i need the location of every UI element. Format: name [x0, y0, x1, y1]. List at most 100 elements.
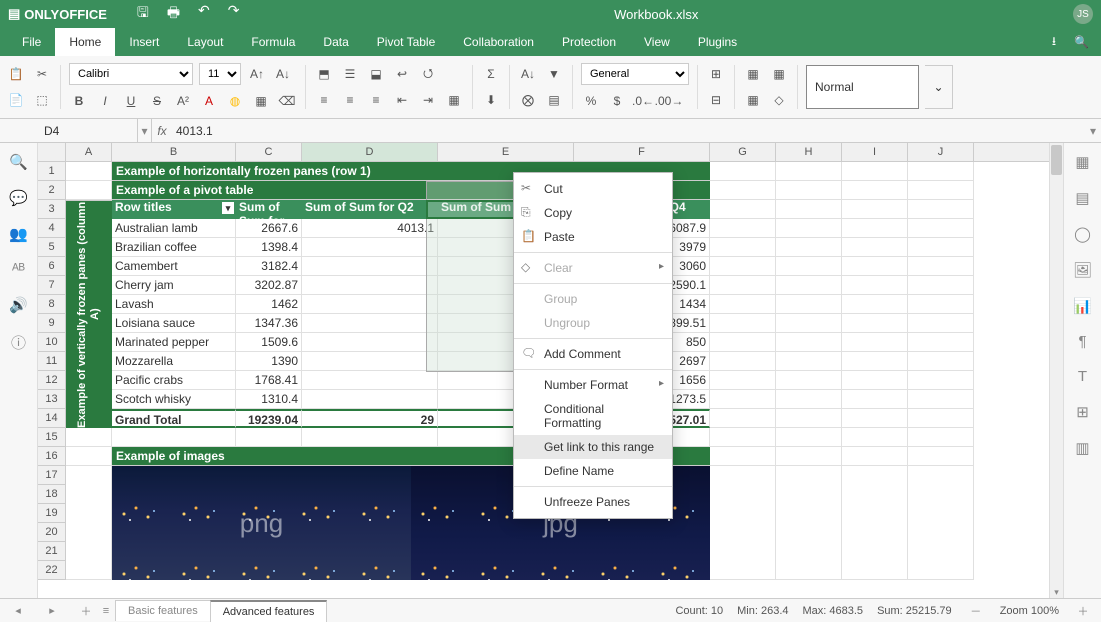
bold-icon[interactable]: B	[69, 91, 89, 111]
pivot-row-label[interactable]: Loisiana sauce	[112, 314, 236, 333]
name-box-dropdown[interactable]: ▾	[138, 119, 152, 142]
zoom-out-button[interactable]: －	[966, 603, 986, 619]
remove-filter-icon[interactable]: ⨂	[518, 90, 538, 110]
column-header[interactable]: A	[66, 143, 112, 161]
pivot-row-label[interactable]: Lavash	[112, 295, 236, 314]
user-avatar[interactable]: JS	[1073, 4, 1093, 24]
row-header[interactable]: 19	[38, 504, 66, 523]
spreadsheet-grid[interactable]: ABCDEFGHIJ 1Example of horizontally froz…	[38, 143, 1063, 598]
pivot-cell[interactable]	[302, 371, 438, 390]
orientation-icon[interactable]: ⭯	[418, 64, 438, 84]
pivot-cell[interactable]	[302, 276, 438, 295]
pivot-cell[interactable]: 2667.6	[236, 219, 302, 238]
menu-unfreeze-panes[interactable]: Unfreeze Panes	[514, 490, 672, 514]
pivot-cell[interactable]: 3182.4	[236, 257, 302, 276]
paste-icon[interactable]: 📄	[6, 90, 26, 110]
menu-ungroup[interactable]: Ungroup	[514, 311, 672, 335]
clear-icon[interactable]: ◇	[769, 90, 789, 110]
row-header[interactable]: 2	[38, 181, 66, 200]
tab-collaboration[interactable]: Collaboration	[449, 28, 548, 56]
cell-format-icon[interactable]: ▦	[743, 90, 763, 110]
align-center-icon[interactable]: ≡	[340, 90, 360, 110]
percent-icon[interactable]: %	[581, 91, 601, 111]
pivot-cell[interactable]	[302, 257, 438, 276]
align-left-icon[interactable]: ≡	[314, 90, 334, 110]
pivot-row-label[interactable]: Australian lamb	[112, 219, 236, 238]
column-header[interactable]: E	[438, 143, 574, 161]
shape-settings-icon[interactable]: ◯	[1074, 225, 1091, 243]
pivot-header[interactable]: Sum of Sum for Q1	[236, 200, 302, 219]
pivot-row-label[interactable]: Brazilian coffee	[112, 238, 236, 257]
row-header[interactable]: 3	[38, 200, 66, 219]
paragraph-settings-icon[interactable]: ¶	[1078, 333, 1086, 350]
feedback-icon[interactable]: 🔊	[9, 296, 28, 314]
dec-dec-icon[interactable]: .00→	[659, 91, 679, 111]
pivot-row-label[interactable]: Marinated pepper	[112, 333, 236, 352]
name-box[interactable]: D4	[38, 119, 138, 142]
tab-protection[interactable]: Protection	[548, 28, 630, 56]
grow-font-icon[interactable]: A↑	[247, 64, 267, 84]
row-header[interactable]: 11	[38, 352, 66, 371]
row-header[interactable]: 20	[38, 523, 66, 542]
open-location-icon[interactable]: ⭳	[1052, 32, 1056, 53]
merge-icon[interactable]: ▦	[444, 90, 464, 110]
row-header[interactable]: 14	[38, 409, 66, 428]
row-header[interactable]: 13	[38, 390, 66, 409]
pivot-settings-icon[interactable]: ⊞	[1076, 403, 1089, 421]
fill-color-icon[interactable]: ◍	[225, 91, 245, 111]
pivot-cell[interactable]: 1509.6	[236, 333, 302, 352]
menu-clear[interactable]: ◇Clear▸	[514, 256, 672, 280]
menu-paste[interactable]: 📋Paste	[514, 225, 672, 249]
vertical-scrollbar[interactable]: ▴▾	[1049, 143, 1063, 598]
pivot-row-label[interactable]: Mozzarella	[112, 352, 236, 371]
tab-view[interactable]: View	[630, 28, 684, 56]
strike-icon[interactable]: S	[147, 91, 167, 111]
image-settings-icon[interactable]: 🖼	[1073, 261, 1092, 279]
print-icon[interactable]: 🖶	[167, 2, 180, 26]
borders-icon[interactable]: ▦	[251, 91, 271, 111]
pivot-cell[interactable]	[302, 352, 438, 371]
align-middle-icon[interactable]: ☰	[340, 64, 360, 84]
filter-dropdown-icon[interactable]: ▾	[222, 202, 234, 214]
format-painter-icon[interactable]: ⬚	[32, 90, 52, 110]
zoom-label[interactable]: Zoom 100%	[1000, 605, 1059, 617]
menu-cut[interactable]: ✂Cut	[514, 177, 672, 201]
sheet-scroll-left[interactable]: ◂	[8, 604, 28, 617]
row-header[interactable]: 8	[38, 295, 66, 314]
search-icon[interactable]: 🔍	[1074, 35, 1089, 49]
menu-number-format[interactable]: Number Format▸	[514, 373, 672, 397]
chart-settings-icon[interactable]: 📊	[1073, 297, 1092, 315]
pivot-row-label[interactable]: Scotch whisky	[112, 390, 236, 409]
cell-style-box[interactable]: Normal	[806, 65, 919, 109]
pivot-cell[interactable]	[302, 295, 438, 314]
file-menu[interactable]: File	[8, 28, 55, 56]
sheet-tab-advanced[interactable]: Advanced features	[210, 600, 328, 622]
number-format-select[interactable]: General	[581, 63, 689, 85]
sup-sub-icon[interactable]: A²	[173, 91, 193, 111]
about-icon[interactable]: ⓘ	[11, 332, 26, 353]
formula-expand[interactable]: ▾	[1085, 124, 1101, 138]
pivot-total-label[interactable]: Grand Total	[112, 409, 236, 428]
row-header[interactable]: 10	[38, 333, 66, 352]
italic-icon[interactable]: I	[95, 91, 115, 111]
row-header[interactable]: 6	[38, 257, 66, 276]
clear-format-icon[interactable]: ⌫	[277, 91, 297, 111]
align-top-icon[interactable]: ⬒	[314, 64, 334, 84]
add-sheet-button[interactable]: ＋	[76, 603, 96, 619]
row-header[interactable]: 1	[38, 162, 66, 181]
tab-insert[interactable]: Insert	[115, 28, 173, 56]
menu-define-name[interactable]: Define Name	[514, 459, 672, 483]
pivot-header[interactable]: Sum of Sum for Q2	[302, 200, 438, 219]
pivot-cell[interactable]: 1768.41	[236, 371, 302, 390]
pivot-cell[interactable]: 1462	[236, 295, 302, 314]
row-header[interactable]: 12	[38, 371, 66, 390]
row-header[interactable]: 7	[38, 276, 66, 295]
accounting-icon[interactable]: $	[607, 91, 627, 111]
column-header[interactable]: H	[776, 143, 842, 161]
cell-settings-icon[interactable]: ▦	[1075, 153, 1089, 171]
column-header[interactable]: I	[842, 143, 908, 161]
wrap-icon[interactable]: ↩	[392, 64, 412, 84]
chat-icon[interactable]: 👥	[9, 225, 28, 243]
pivot-cell[interactable]	[302, 390, 438, 409]
comments-icon[interactable]: 💬	[9, 189, 28, 207]
